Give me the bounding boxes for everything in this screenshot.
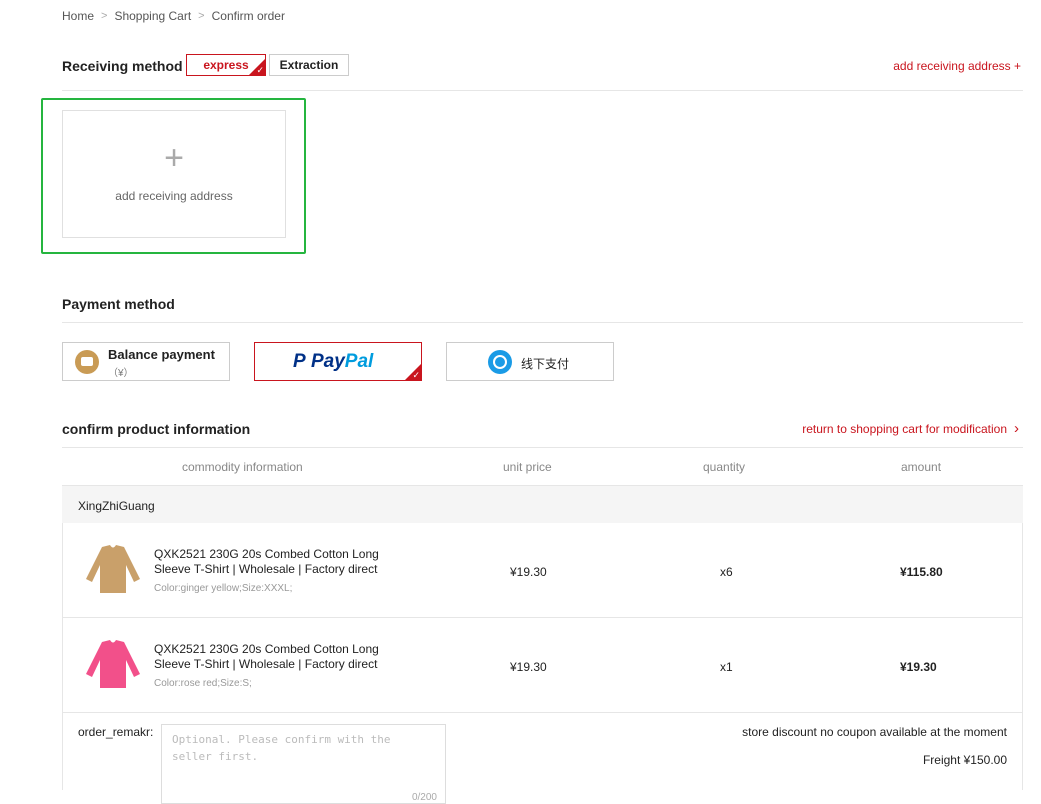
unit-price: ¥19.30 bbox=[510, 660, 547, 674]
checkmark-icon: ✓ bbox=[412, 370, 420, 380]
breadcrumb-cart[interactable]: Shopping Cart bbox=[114, 9, 191, 23]
order-remark-input[interactable] bbox=[172, 731, 432, 781]
col-amount: amount bbox=[901, 460, 942, 474]
product-spec: Color:rose red;Size:S; bbox=[154, 678, 252, 689]
product-name[interactable]: QXK2521 230G 20s Combed Cotton Long Slee… bbox=[154, 642, 394, 672]
return-to-cart-link[interactable]: return to shopping cart for modification bbox=[802, 422, 1007, 436]
breadcrumb-home[interactable]: Home bbox=[62, 9, 94, 23]
tab-extraction-label: Extraction bbox=[279, 58, 339, 72]
tshirt-image bbox=[86, 640, 140, 688]
payment-option-paypal[interactable]: P PayPal ✓ bbox=[254, 342, 422, 381]
return-to-cart-label: return to shopping cart for modification bbox=[802, 422, 1007, 436]
receiving-method-title: Receiving method bbox=[62, 58, 183, 74]
store-name: XingZhiGuang bbox=[78, 499, 155, 513]
balance-currency: （¥） bbox=[108, 368, 134, 379]
divider bbox=[62, 90, 1023, 91]
payment-method-title: Payment method bbox=[62, 296, 175, 312]
tab-extraction[interactable]: Extraction bbox=[269, 54, 349, 76]
paypal-logo: P PayPal bbox=[293, 351, 374, 372]
chevron-right-icon: > bbox=[198, 10, 205, 22]
offline-pay-icon bbox=[488, 350, 512, 374]
amount: ¥19.30 bbox=[900, 660, 937, 674]
quantity: x1 bbox=[720, 660, 733, 674]
payment-option-offline[interactable]: 线下支付 bbox=[446, 342, 614, 381]
product-name[interactable]: QXK2521 230G 20s Combed Cotton Long Slee… bbox=[154, 547, 394, 577]
col-quantity: quantity bbox=[703, 460, 746, 474]
tab-express[interactable]: express ✓ bbox=[186, 54, 266, 76]
payment-option-balance[interactable]: Balance payment （¥） bbox=[62, 342, 230, 381]
unit-price: ¥19.30 bbox=[510, 565, 547, 579]
product-info-title: confirm product information bbox=[62, 421, 251, 437]
quantity: x6 bbox=[720, 565, 733, 579]
order-remark-label: order_remakr: bbox=[78, 725, 154, 739]
product-spec: Color:ginger yellow;Size:XXXL; bbox=[154, 583, 293, 594]
wallet-icon bbox=[75, 350, 99, 374]
offline-pay-label: 线下支付 bbox=[521, 357, 570, 371]
remark-char-count: 0/200 bbox=[411, 792, 437, 803]
chevron-right-icon: › bbox=[1014, 420, 1019, 437]
add-address-label: add receiving address bbox=[115, 189, 233, 203]
divider bbox=[62, 447, 1023, 448]
order-remark-field: 0/200 bbox=[161, 724, 446, 804]
divider bbox=[62, 322, 1023, 323]
add-receiving-address-link[interactable]: add receiving address + bbox=[893, 59, 1021, 73]
store-header: XingZhiGuang bbox=[62, 485, 1023, 523]
plus-icon: + bbox=[164, 139, 184, 177]
breadcrumb: Home > Shopping Cart > Confirm order bbox=[62, 9, 285, 23]
tshirt-image bbox=[86, 545, 140, 593]
freight: Freight ¥150.00 bbox=[922, 753, 1007, 767]
breadcrumb-current: Confirm order bbox=[211, 9, 285, 23]
col-commodity-info: commodity information bbox=[182, 460, 303, 474]
store-discount: store discount no coupon available at th… bbox=[742, 725, 1007, 739]
add-address-card[interactable]: + add receiving address bbox=[62, 110, 286, 238]
checkmark-icon: ✓ bbox=[256, 65, 264, 75]
table-row: QXK2521 230G 20s Combed Cotton Long Slee… bbox=[62, 618, 1023, 713]
chevron-right-icon: > bbox=[101, 10, 108, 22]
amount: ¥115.80 bbox=[900, 565, 943, 579]
table-row: QXK2521 230G 20s Combed Cotton Long Slee… bbox=[62, 523, 1023, 618]
col-unit-price: unit price bbox=[503, 460, 552, 474]
tab-express-label: express bbox=[203, 58, 249, 72]
balance-payment-label: Balance payment bbox=[108, 347, 215, 362]
